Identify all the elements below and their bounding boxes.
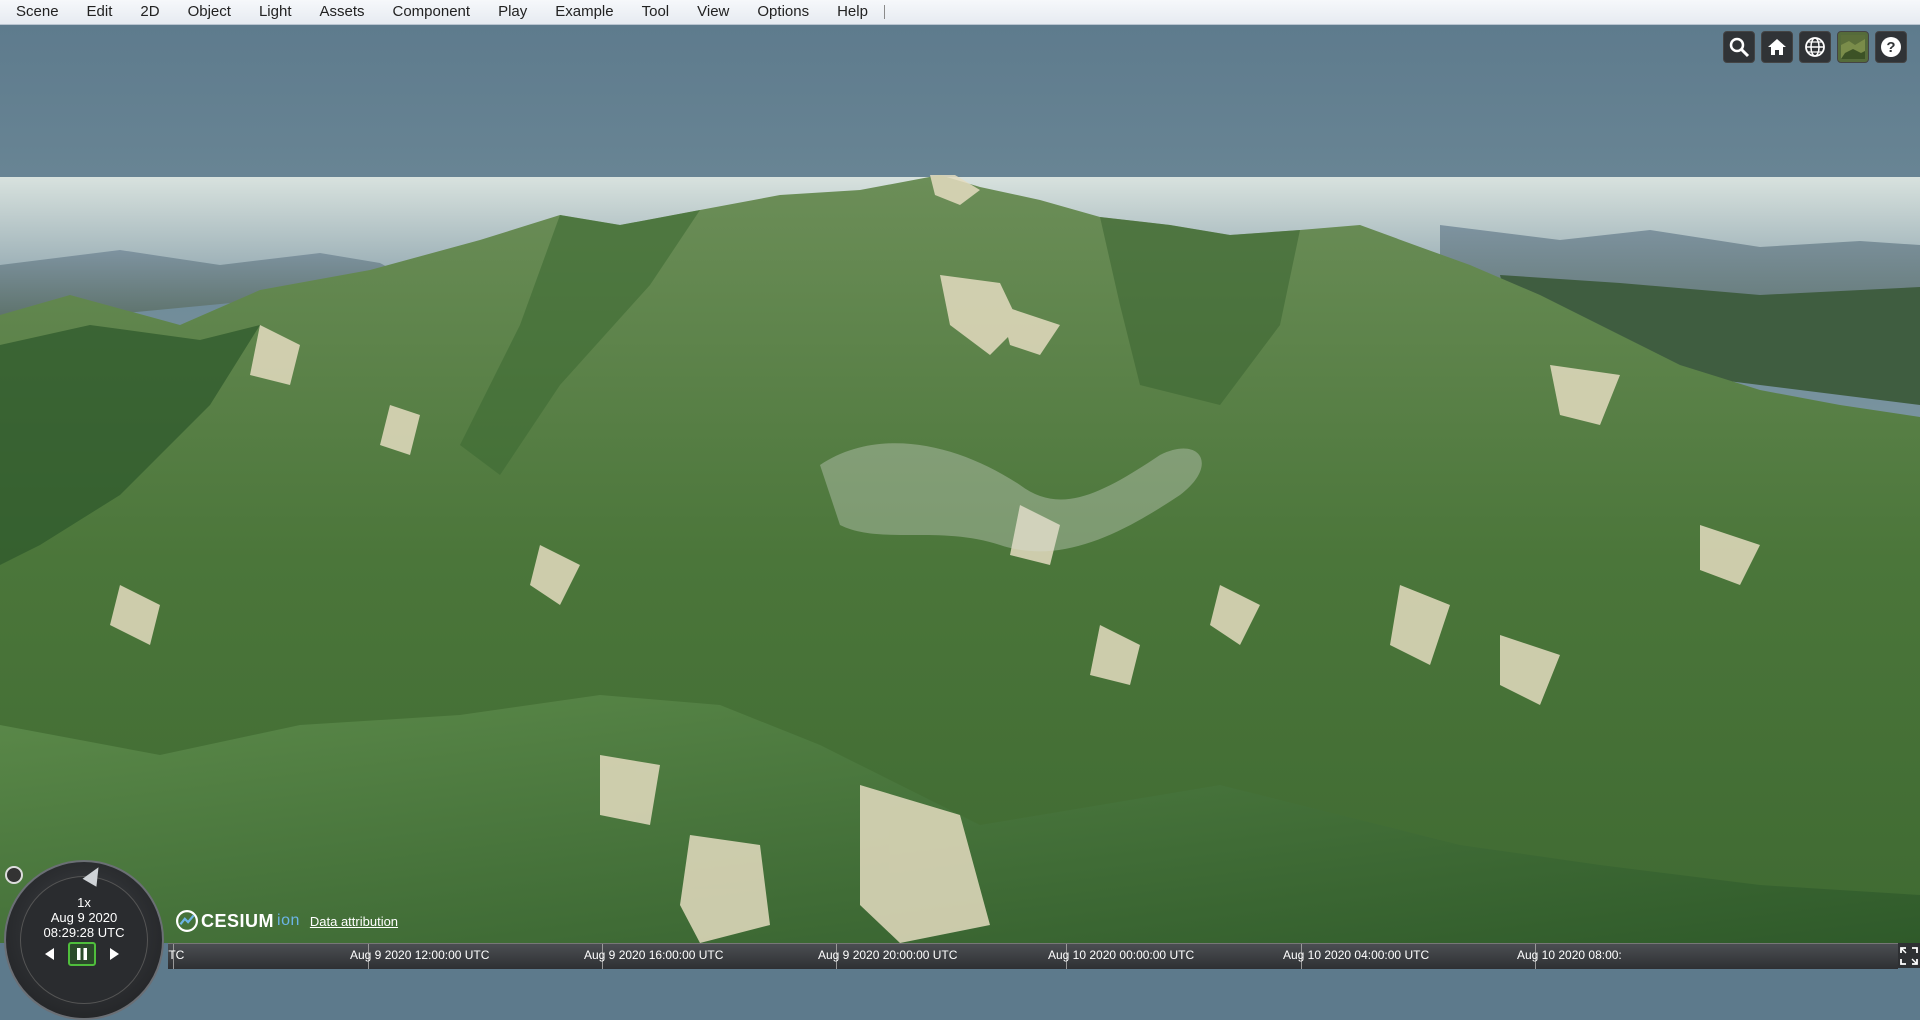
navigation-toolbar: ? — [1723, 31, 1907, 63]
home-icon — [1768, 39, 1786, 55]
timeline-label: Aug 10 2020 04:00:00 UTC — [1283, 948, 1430, 962]
timeline[interactable]: 00 UTC Aug 9 2020 12:00:00 UTC Aug 9 2020 … — [168, 943, 1898, 969]
menu-options[interactable]: Options — [743, 0, 823, 24]
animation-controls — [36, 942, 128, 966]
cesium-logo-suffix: ion — [277, 912, 300, 929]
globe-icon — [1805, 37, 1825, 57]
menu-tool[interactable]: Tool — [628, 0, 684, 24]
base-layer-picker-button[interactable] — [1837, 31, 1869, 63]
navigation-help-button[interactable]: ? — [1875, 31, 1907, 63]
scene-mode-button[interactable] — [1799, 31, 1831, 63]
play-reverse-button[interactable] — [36, 942, 64, 966]
timeline-label: Aug 10 2020 00:00:00 UTC — [1048, 948, 1195, 962]
data-attribution-link[interactable]: Data attribution — [310, 914, 398, 929]
menu-view[interactable]: View — [683, 0, 743, 24]
fullscreen-button[interactable] — [1898, 943, 1920, 968]
menu-bar: Scene Edit 2D Object Light Assets Component Pla… — [0, 0, 1920, 25]
menu-2d[interactable]: 2D — [126, 0, 173, 24]
menu-component[interactable]: Component — [379, 0, 485, 24]
imagery-layer-icon — [1841, 35, 1865, 59]
svg-text:?: ? — [1886, 39, 1895, 56]
animation-time: 08:29:28 UTC — [43, 925, 125, 940]
terrain-scene[interactable] — [0, 25, 1920, 943]
timeline-label: Aug 10 2020 08:00: — [1517, 948, 1622, 962]
search-icon — [1729, 37, 1750, 58]
cesium-ion-logo[interactable]: CESIUM ion — [176, 910, 300, 932]
menu-separator — [883, 5, 885, 19]
menu-play[interactable]: Play — [484, 0, 541, 24]
menu-assets[interactable]: Assets — [305, 0, 378, 24]
timeline-label: Aug 9 2020 12:00:00 UTC — [350, 948, 490, 962]
menu-object[interactable]: Object — [174, 0, 245, 24]
menu-light[interactable]: Light — [245, 0, 306, 24]
timeline-label: Aug 9 2020 20:00:00 UTC — [818, 948, 958, 962]
timeline-label: 00 UTC — [168, 948, 185, 962]
menu-scene[interactable]: Scene — [0, 0, 73, 24]
menu-example[interactable]: Example — [541, 0, 627, 24]
timeline-label: Aug 9 2020 16:00:00 UTC — [584, 948, 724, 962]
search-button[interactable] — [1723, 31, 1755, 63]
fullscreen-icon — [1900, 946, 1918, 965]
cesium-logo-text: CESIUM — [201, 910, 275, 931]
pause-button[interactable] — [68, 942, 96, 966]
play-forward-icon — [110, 948, 119, 960]
play-reverse-icon — [45, 948, 54, 960]
animation-date: Aug 9 2020 — [50, 910, 118, 925]
menu-edit[interactable]: Edit — [73, 0, 127, 24]
realtime-clock-icon[interactable] — [5, 866, 23, 884]
credit-bar: CESIUM ion Data attribution — [176, 910, 398, 932]
menu-help[interactable]: Help — [823, 0, 882, 24]
animation-speed: 1x — [77, 895, 91, 910]
pause-icon — [77, 948, 87, 960]
animation-widget: 1x Aug 9 2020 08:29:28 UTC — [0, 860, 168, 1020]
play-forward-button[interactable] — [100, 942, 128, 966]
help-icon: ? — [1881, 37, 1901, 57]
home-button[interactable] — [1761, 31, 1793, 63]
cesium-logo-icon — [176, 910, 198, 932]
3d-viewport[interactable] — [0, 25, 1920, 943]
